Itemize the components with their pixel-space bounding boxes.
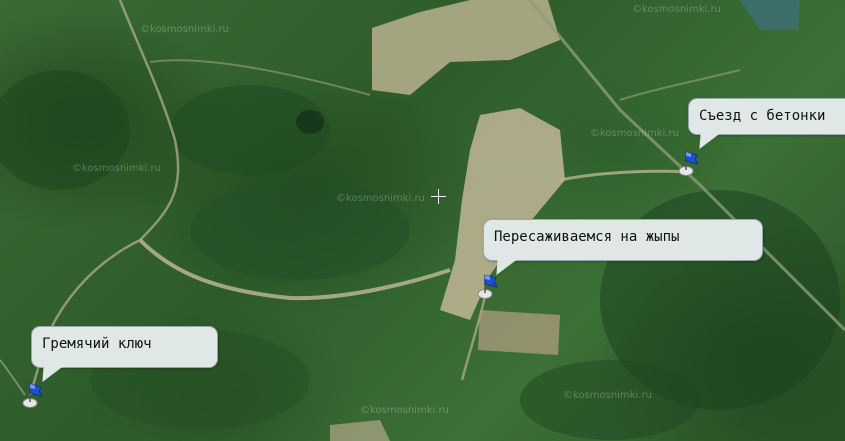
watermark: ©kosmosnimki.ru bbox=[590, 128, 679, 139]
field-bottom bbox=[330, 420, 390, 441]
pond bbox=[740, 0, 800, 30]
marker-label-text: Съезд с бетонки bbox=[699, 108, 826, 124]
watermark: ©kosmosnimki.ru bbox=[72, 163, 161, 174]
flag-marker-icon[interactable] bbox=[476, 271, 498, 299]
watermark: ©kosmosnimki.ru bbox=[140, 24, 229, 35]
marker-label-gremyachiy[interactable]: Гремячий ключ bbox=[31, 326, 218, 382]
watermark: ©kosmosnimki.ru bbox=[360, 405, 449, 416]
satellite-map[interactable]: ©kosmosnimki.ru ©kosmosnimki.ru ©kosmosn… bbox=[0, 0, 845, 441]
map-center-crosshair bbox=[431, 189, 446, 204]
marker-label-text: Гремячий ключ bbox=[42, 336, 152, 352]
marker-label-peresazh[interactable]: Пересаживаемся на жыпы bbox=[483, 219, 763, 275]
watermark: ©kosmosnimki.ru bbox=[632, 4, 721, 15]
watermark: ©kosmosnimki.ru bbox=[336, 193, 425, 204]
field-central bbox=[440, 108, 565, 320]
marker-label-text: Пересаживаемся на жыпы bbox=[494, 229, 680, 245]
field-north bbox=[372, 0, 560, 95]
watermark: ©kosmosnimki.ru bbox=[563, 390, 652, 401]
field-south bbox=[478, 310, 560, 355]
flag-marker-icon[interactable] bbox=[677, 148, 699, 176]
marker-label-syezd[interactable]: Съезд с бетонки bbox=[688, 98, 845, 149]
flag-marker-icon[interactable] bbox=[21, 380, 43, 408]
